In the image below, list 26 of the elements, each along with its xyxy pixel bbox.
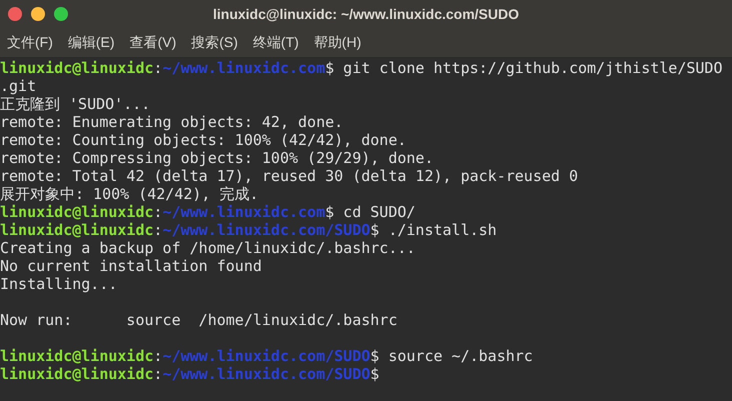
maximize-button[interactable] [54, 7, 68, 21]
menu-item[interactable]: 帮助(H) [314, 32, 362, 53]
terminal-line: No current installation found [0, 257, 262, 275]
terminal-line: linuxidc@linuxidc:~/www.linuxidc.com/SUDO$ [0, 365, 380, 383]
menu-item[interactable]: 终端(T) [252, 32, 299, 53]
terminal-line: remote: Enumerating objects: 42, done. [0, 113, 344, 131]
terminal-line: remote: Compressing objects: 100% (29/29), done. [0, 149, 434, 167]
terminal-line: linuxidc@linuxidc:~/www.linuxidc.com$ cd SUDO/ [0, 203, 416, 221]
window-title: linuxidc@linuxidc: ~/www.linuxidc.com/SUDO [212, 4, 519, 24]
menu-item[interactable]: 查看(V) [130, 32, 176, 53]
terminal-line: 展开对象中: 100% (42/42), 完成. [0, 185, 259, 203]
terminal-line: Creating a backup of /home/linuxidc/.bashrc... [0, 239, 416, 257]
terminal-line: 正克隆到 'SUDO'... [0, 95, 150, 113]
terminal-line: .git [0, 77, 36, 95]
terminal-line: linuxidc@linuxidc:~/www.linuxidc.com/SUDO$ ./install.sh [0, 221, 497, 239]
menu-item[interactable]: 搜索(S) [191, 32, 238, 53]
menu-item[interactable]: 文件(F) [7, 32, 53, 53]
close-button[interactable] [8, 7, 22, 21]
terminal-line: linuxidc@linuxidc:~/www.linuxidc.com$ git clone https://github.com/jthistle/SUDO [0, 59, 722, 77]
terminal-line: Now run: source /home/linuxidc/.bashrc [0, 311, 398, 329]
terminal-line: Installing... [0, 275, 118, 293]
menu-item[interactable]: 编辑(E) [68, 32, 115, 53]
terminal-line: remote: Counting objects: 100% (42/42), done. [0, 131, 406, 149]
minimize-button[interactable] [31, 7, 45, 21]
terminal-line: linuxidc@linuxidc:~/www.linuxidc.com/SUDO$ source ~/.bashrc [0, 347, 533, 365]
terminal-line: remote: Total 42 (delta 17), reused 30 (delta 12), pack-reused 0 [0, 167, 578, 185]
